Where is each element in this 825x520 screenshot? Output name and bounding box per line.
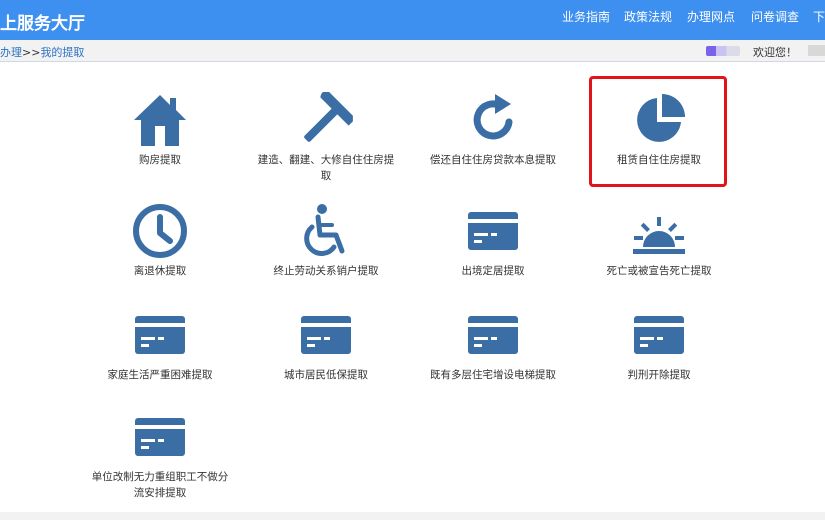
- refresh-icon: [473, 94, 513, 140]
- item-rental[interactable]: 租赁自住住房提取: [584, 92, 734, 168]
- item-label: 偿还自住住房贷款本息提取: [430, 154, 556, 166]
- item-sentenced[interactable]: 判刑开除提取: [584, 307, 734, 383]
- item-house-purchase[interactable]: 购房提取: [85, 92, 235, 168]
- site-title: 上服务大厅: [0, 14, 85, 34]
- welcome-text: 欢迎您！: [753, 46, 797, 59]
- item-subsistence[interactable]: 城市居民低保提取: [251, 307, 401, 383]
- nav-survey[interactable]: 问卷调查: [751, 8, 799, 25]
- wheelchair-icon: [304, 204, 345, 256]
- item-hardship[interactable]: 家庭生活严重困难提取: [85, 307, 235, 383]
- item-label: 离退休提取: [133, 265, 187, 277]
- breadcrumb-parent[interactable]: 办理: [0, 46, 22, 59]
- card-icon: [468, 316, 518, 354]
- item-label: 单位改制无力重组职工不做分流安排提取: [91, 471, 229, 499]
- item-label: 死亡或被宣告死亡提取: [606, 265, 712, 277]
- hammer-icon: [304, 92, 353, 142]
- nav-service-points[interactable]: 办理网点: [687, 8, 735, 25]
- item-label: 城市居民低保提取: [284, 369, 368, 381]
- username-redacted: [808, 45, 825, 56]
- clock-icon: [133, 204, 187, 258]
- item-emigration[interactable]: 出境定居提取: [418, 203, 568, 279]
- item-label: 终止劳动关系销户提取: [273, 265, 379, 277]
- user-avatar-redacted: [706, 46, 740, 56]
- breadcrumb-current[interactable]: 我的提取: [40, 46, 84, 59]
- item-retirement[interactable]: 离退休提取: [85, 203, 235, 279]
- pie-chart-icon: [637, 94, 685, 142]
- item-label: 建造、翻建、大修自住住房提取: [257, 154, 395, 182]
- item-label: 购房提取: [139, 154, 181, 166]
- item-elevator[interactable]: 既有多层住宅增设电梯提取: [418, 307, 568, 383]
- item-label: 家庭生活严重困难提取: [107, 369, 213, 381]
- top-header: 上服务大厅 业务指南 政策法规 办理网点 问卷调查 下: [0, 0, 825, 40]
- item-label: 既有多层住宅增设电梯提取: [430, 369, 556, 381]
- breadcrumb-separator: >>: [22, 46, 41, 59]
- item-labor-termination[interactable]: 终止劳动关系销户提取: [251, 203, 401, 279]
- card-icon: [468, 212, 518, 250]
- card-icon: [301, 316, 351, 354]
- item-label: 租赁自住住房提取: [617, 154, 701, 166]
- breadcrumb-bar: 办理>>我的提取: [0, 40, 825, 62]
- item-build-repair[interactable]: 建造、翻建、大修自住住房提取: [251, 92, 401, 184]
- nav-download[interactable]: 下: [813, 8, 825, 25]
- breadcrumb: 办理>>我的提取: [0, 44, 84, 60]
- item-label: 出境定居提取: [461, 265, 525, 277]
- item-label: 判刑开除提取: [627, 369, 691, 381]
- sunrise-icon: [633, 217, 685, 254]
- item-death[interactable]: 死亡或被宣告死亡提取: [584, 203, 734, 279]
- nav-policy[interactable]: 政策法规: [624, 8, 672, 25]
- item-restructuring[interactable]: 单位改制无力重组职工不做分流安排提取: [85, 409, 235, 501]
- house-icon: [134, 95, 186, 146]
- item-loan-repayment[interactable]: 偿还自住住房贷款本息提取: [418, 92, 568, 168]
- card-icon: [135, 316, 185, 354]
- nav-business-guide[interactable]: 业务指南: [562, 8, 610, 25]
- card-icon: [135, 418, 185, 456]
- card-icon: [634, 316, 684, 354]
- footer-strip: [0, 512, 825, 520]
